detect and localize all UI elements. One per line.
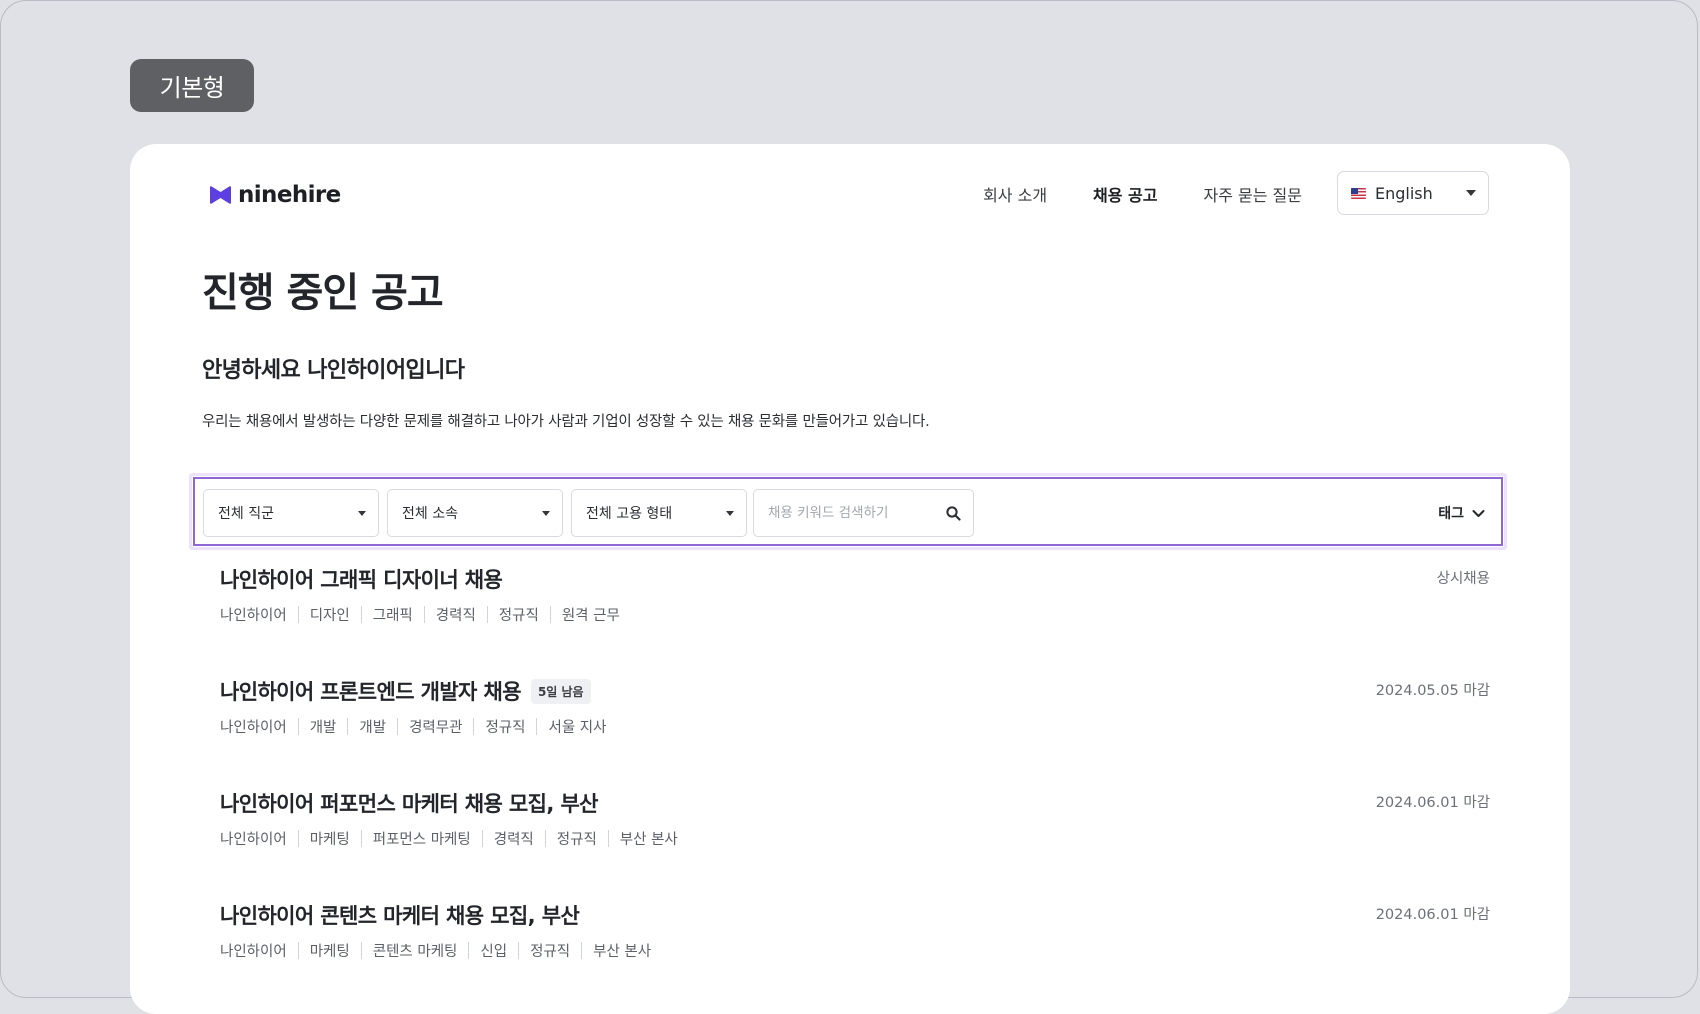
job-group-value: 전체 직군 xyxy=(218,506,274,522)
search-input[interactable] xyxy=(766,504,940,522)
language-select[interactable]: English xyxy=(1337,171,1489,215)
main-nav: 회사 소개 채용 공고 자주 묻는 질문 xyxy=(983,182,1302,206)
job-deadline: 상시채용 xyxy=(1436,571,1490,587)
caret-down-icon xyxy=(542,511,550,516)
tag-divider xyxy=(297,830,299,847)
dday-badge: 5일 남음 xyxy=(530,678,591,704)
job-tag: 부산 본사 xyxy=(619,832,678,848)
tag-divider xyxy=(360,606,362,623)
job-title[interactable]: 나인하이어 퍼포먼스 마케터 채용 모집, 부산 xyxy=(220,788,599,818)
caret-down-icon xyxy=(726,511,734,516)
job-tag: 정규직 xyxy=(556,832,597,848)
tag-divider xyxy=(536,718,538,735)
affiliation-value: 전체 소속 xyxy=(402,506,458,522)
job-tag: 나인하이어 xyxy=(220,720,287,736)
tag-divider xyxy=(473,718,475,735)
job-tag: 그래픽 xyxy=(372,608,413,624)
job-title[interactable]: 나인하이어 프론트엔드 개발자 채용 xyxy=(220,676,522,706)
logo[interactable]: ninehire xyxy=(210,182,341,208)
job-tags: 나인하이어 개발 개발 경력무관 정규직 서울 지사 xyxy=(220,716,606,737)
tag-divider xyxy=(544,830,546,847)
job-tag: 정규직 xyxy=(498,608,539,624)
job-item[interactable]: 나인하이어 프론트엔드 개발자 채용 5일 남음 2024.05.05 마감 나… xyxy=(220,676,1490,776)
job-deadline: 2024.06.01 마감 xyxy=(1375,907,1490,923)
tag-divider xyxy=(607,830,609,847)
job-tag: 퍼포먼스 마케팅 xyxy=(372,832,471,848)
job-tag: 디자인 xyxy=(309,608,350,624)
filter-bar: 전체 직군 전체 소속 전체 고용 형태 태그 xyxy=(193,477,1503,546)
job-tag: 나인하이어 xyxy=(220,944,287,960)
job-tag: 개발 xyxy=(309,720,337,736)
variant-badge: 기본형 xyxy=(130,59,254,112)
job-group-select[interactable]: 전체 직군 xyxy=(203,489,379,537)
job-tags: 나인하이어 마케팅 콘텐츠 마케팅 신입 정규직 부산 본사 xyxy=(220,940,651,961)
job-tags: 나인하이어 마케팅 퍼포먼스 마케팅 경력직 정규직 부산 본사 xyxy=(220,828,678,849)
tag-divider xyxy=(486,606,488,623)
logo-text: ninehire xyxy=(238,182,341,208)
job-item[interactable]: 나인하이어 퍼포먼스 마케터 채용 모집, 부산 2024.06.01 마감 나… xyxy=(220,788,1490,888)
job-title[interactable]: 나인하이어 콘텐츠 마케터 채용 모집, 부산 xyxy=(220,900,580,930)
tag-toggle-label: 태그 xyxy=(1438,506,1464,522)
career-page-card: ninehire 회사 소개 채용 공고 자주 묻는 질문 English 진행… xyxy=(130,144,1570,1014)
job-tag: 마케팅 xyxy=(309,944,350,960)
greeting-heading: 안녕하세요 나인하이어입니다 xyxy=(202,358,465,383)
job-item[interactable]: 나인하이어 그래픽 디자이너 채용 상시채용 나인하이어 디자인 그래픽 경력직… xyxy=(220,564,1490,664)
tag-divider xyxy=(397,718,399,735)
job-tags: 나인하이어 디자인 그래픽 경력직 정규직 원격 근무 xyxy=(220,604,620,625)
caret-down-icon xyxy=(358,511,366,516)
job-deadline: 2024.05.05 마감 xyxy=(1375,683,1490,699)
job-item[interactable]: 나인하이어 콘텐츠 마케터 채용 모집, 부산 2024.06.01 마감 나인… xyxy=(220,900,1490,1000)
job-tag: 콘텐츠 마케팅 xyxy=(372,944,458,960)
nav-item-company[interactable]: 회사 소개 xyxy=(983,182,1047,206)
employment-type-value: 전체 고용 형태 xyxy=(586,506,673,522)
caret-down-icon xyxy=(1466,190,1476,196)
chevron-down-icon xyxy=(1472,509,1485,517)
tag-divider xyxy=(297,942,299,959)
job-tag: 서울 지사 xyxy=(548,720,607,736)
job-tag: 신입 xyxy=(480,944,508,960)
tag-divider xyxy=(549,606,551,623)
tag-divider xyxy=(481,830,483,847)
affiliation-select[interactable]: 전체 소속 xyxy=(387,489,563,537)
employment-type-select[interactable]: 전체 고용 형태 xyxy=(571,489,747,537)
job-tag: 나인하이어 xyxy=(220,832,287,848)
nav-item-faq[interactable]: 자주 묻는 질문 xyxy=(1204,182,1303,206)
job-title[interactable]: 나인하이어 그래픽 디자이너 채용 xyxy=(220,564,503,594)
tag-divider xyxy=(468,942,470,959)
tag-divider xyxy=(360,830,362,847)
job-tag: 정규직 xyxy=(485,720,526,736)
job-tag: 나인하이어 xyxy=(220,608,287,624)
job-tag: 경력무관 xyxy=(409,720,463,736)
job-tag: 경력직 xyxy=(435,608,476,624)
ninehire-logo-icon xyxy=(210,186,231,204)
job-title-row: 나인하이어 퍼포먼스 마케터 채용 모집, 부산 xyxy=(220,788,599,818)
job-title-row: 나인하이어 프론트엔드 개발자 채용 5일 남음 xyxy=(220,676,591,706)
tag-divider xyxy=(297,606,299,623)
job-tag: 원격 근무 xyxy=(561,608,620,624)
job-tag: 정규직 xyxy=(530,944,571,960)
job-tag: 부산 본사 xyxy=(593,944,652,960)
job-deadline: 2024.06.01 마감 xyxy=(1375,795,1490,811)
search-field xyxy=(753,489,974,537)
tag-divider xyxy=(297,718,299,735)
job-tag: 개발 xyxy=(359,720,387,736)
search-icon[interactable] xyxy=(946,506,961,521)
job-title-row: 나인하이어 콘텐츠 마케터 채용 모집, 부산 xyxy=(220,900,580,930)
page-title: 진행 중인 공고 xyxy=(202,270,444,316)
us-flag-icon xyxy=(1351,187,1366,199)
tag-divider xyxy=(581,942,583,959)
job-tag: 마케팅 xyxy=(309,832,350,848)
tag-divider xyxy=(518,942,520,959)
tag-divider xyxy=(360,942,362,959)
filter-highlight: 전체 직군 전체 소속 전체 고용 형태 태그 xyxy=(189,473,1507,550)
tag-toggle-button[interactable]: 태그 xyxy=(1438,503,1485,523)
nav-item-jobs[interactable]: 채용 공고 xyxy=(1093,182,1157,206)
intro-text: 우리는 채용에서 발생하는 다양한 문제를 해결하고 나아가 사람과 기업이 성… xyxy=(202,414,930,430)
job-tag: 경력직 xyxy=(493,832,534,848)
tag-divider xyxy=(423,606,425,623)
language-label: English xyxy=(1375,183,1433,203)
tag-divider xyxy=(347,718,349,735)
job-title-row: 나인하이어 그래픽 디자이너 채용 xyxy=(220,564,503,594)
